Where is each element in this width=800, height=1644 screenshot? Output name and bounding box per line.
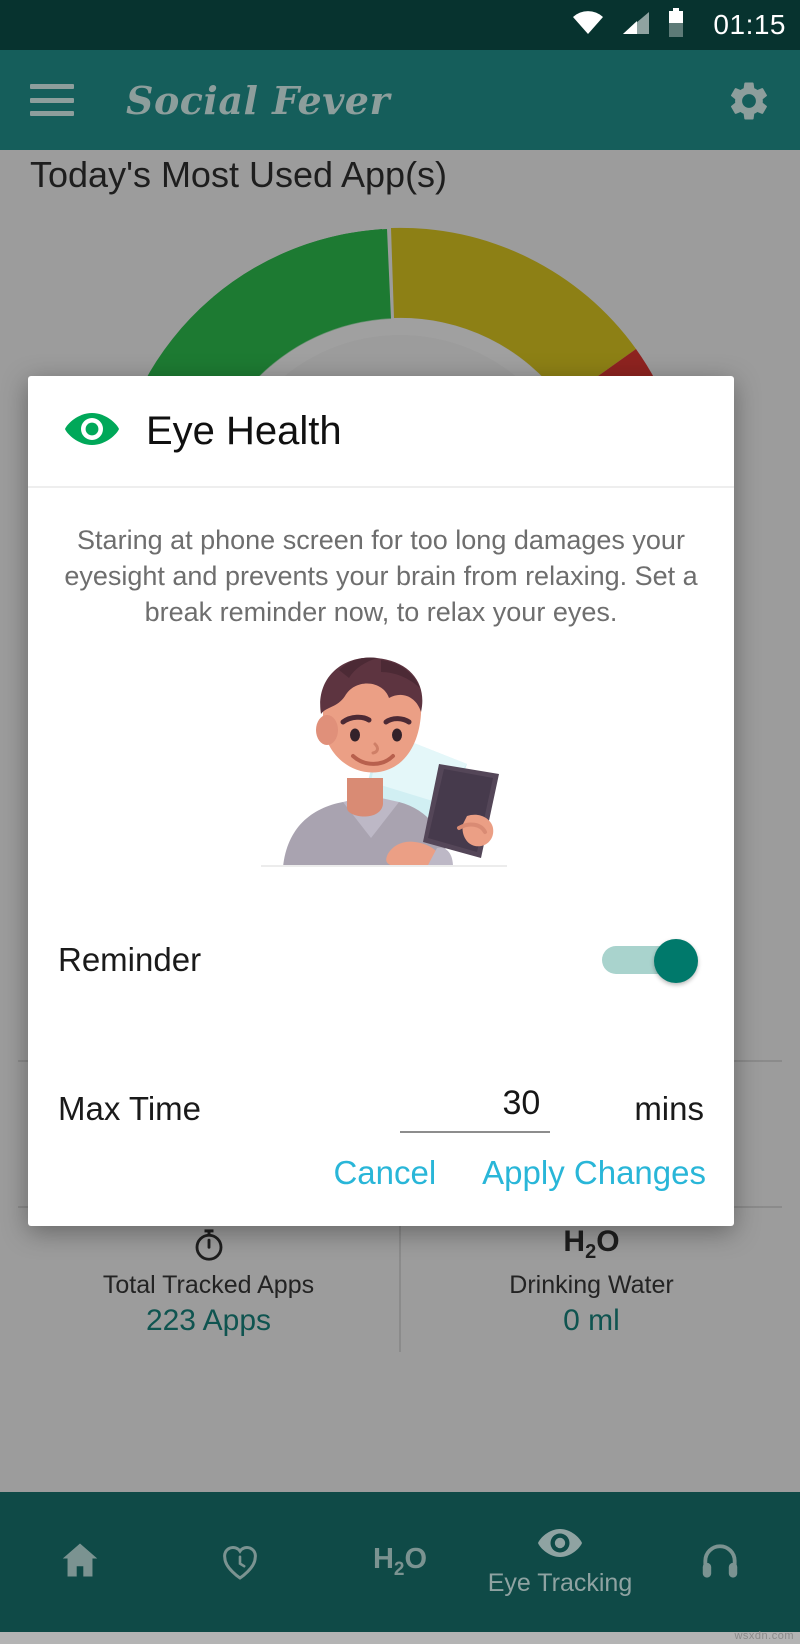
- cancel-button[interactable]: Cancel: [333, 1154, 436, 1192]
- max-time-label: Max Time: [58, 1089, 202, 1127]
- app-screen: 01:15 Social Fever Today's Most Used App…: [0, 0, 800, 1644]
- apply-changes-button[interactable]: Apply Changes: [482, 1154, 706, 1192]
- dialog-header: Eye Health: [28, 376, 734, 489]
- dialog-actions: Cancel Apply Changes: [28, 1154, 734, 1226]
- boy-looking-at-tablet-illustration: [28, 640, 734, 867]
- toggle-thumb: [654, 939, 698, 984]
- eye-icon: [64, 409, 120, 454]
- reminder-toggle[interactable]: [602, 939, 698, 984]
- dialog-description: Staring at phone screen for too long dam…: [64, 525, 698, 628]
- max-time-input[interactable]: [400, 1084, 551, 1134]
- eye-health-dialog: Eye Health Staring at phone screen for t…: [28, 376, 734, 1226]
- reminder-row: Reminder: [28, 915, 734, 1006]
- reminder-label: Reminder: [58, 941, 202, 979]
- max-time-unit: mins: [634, 1089, 704, 1127]
- dialog-title: Eye Health: [146, 408, 342, 453]
- max-time-row: Max Time mins: [28, 1063, 734, 1154]
